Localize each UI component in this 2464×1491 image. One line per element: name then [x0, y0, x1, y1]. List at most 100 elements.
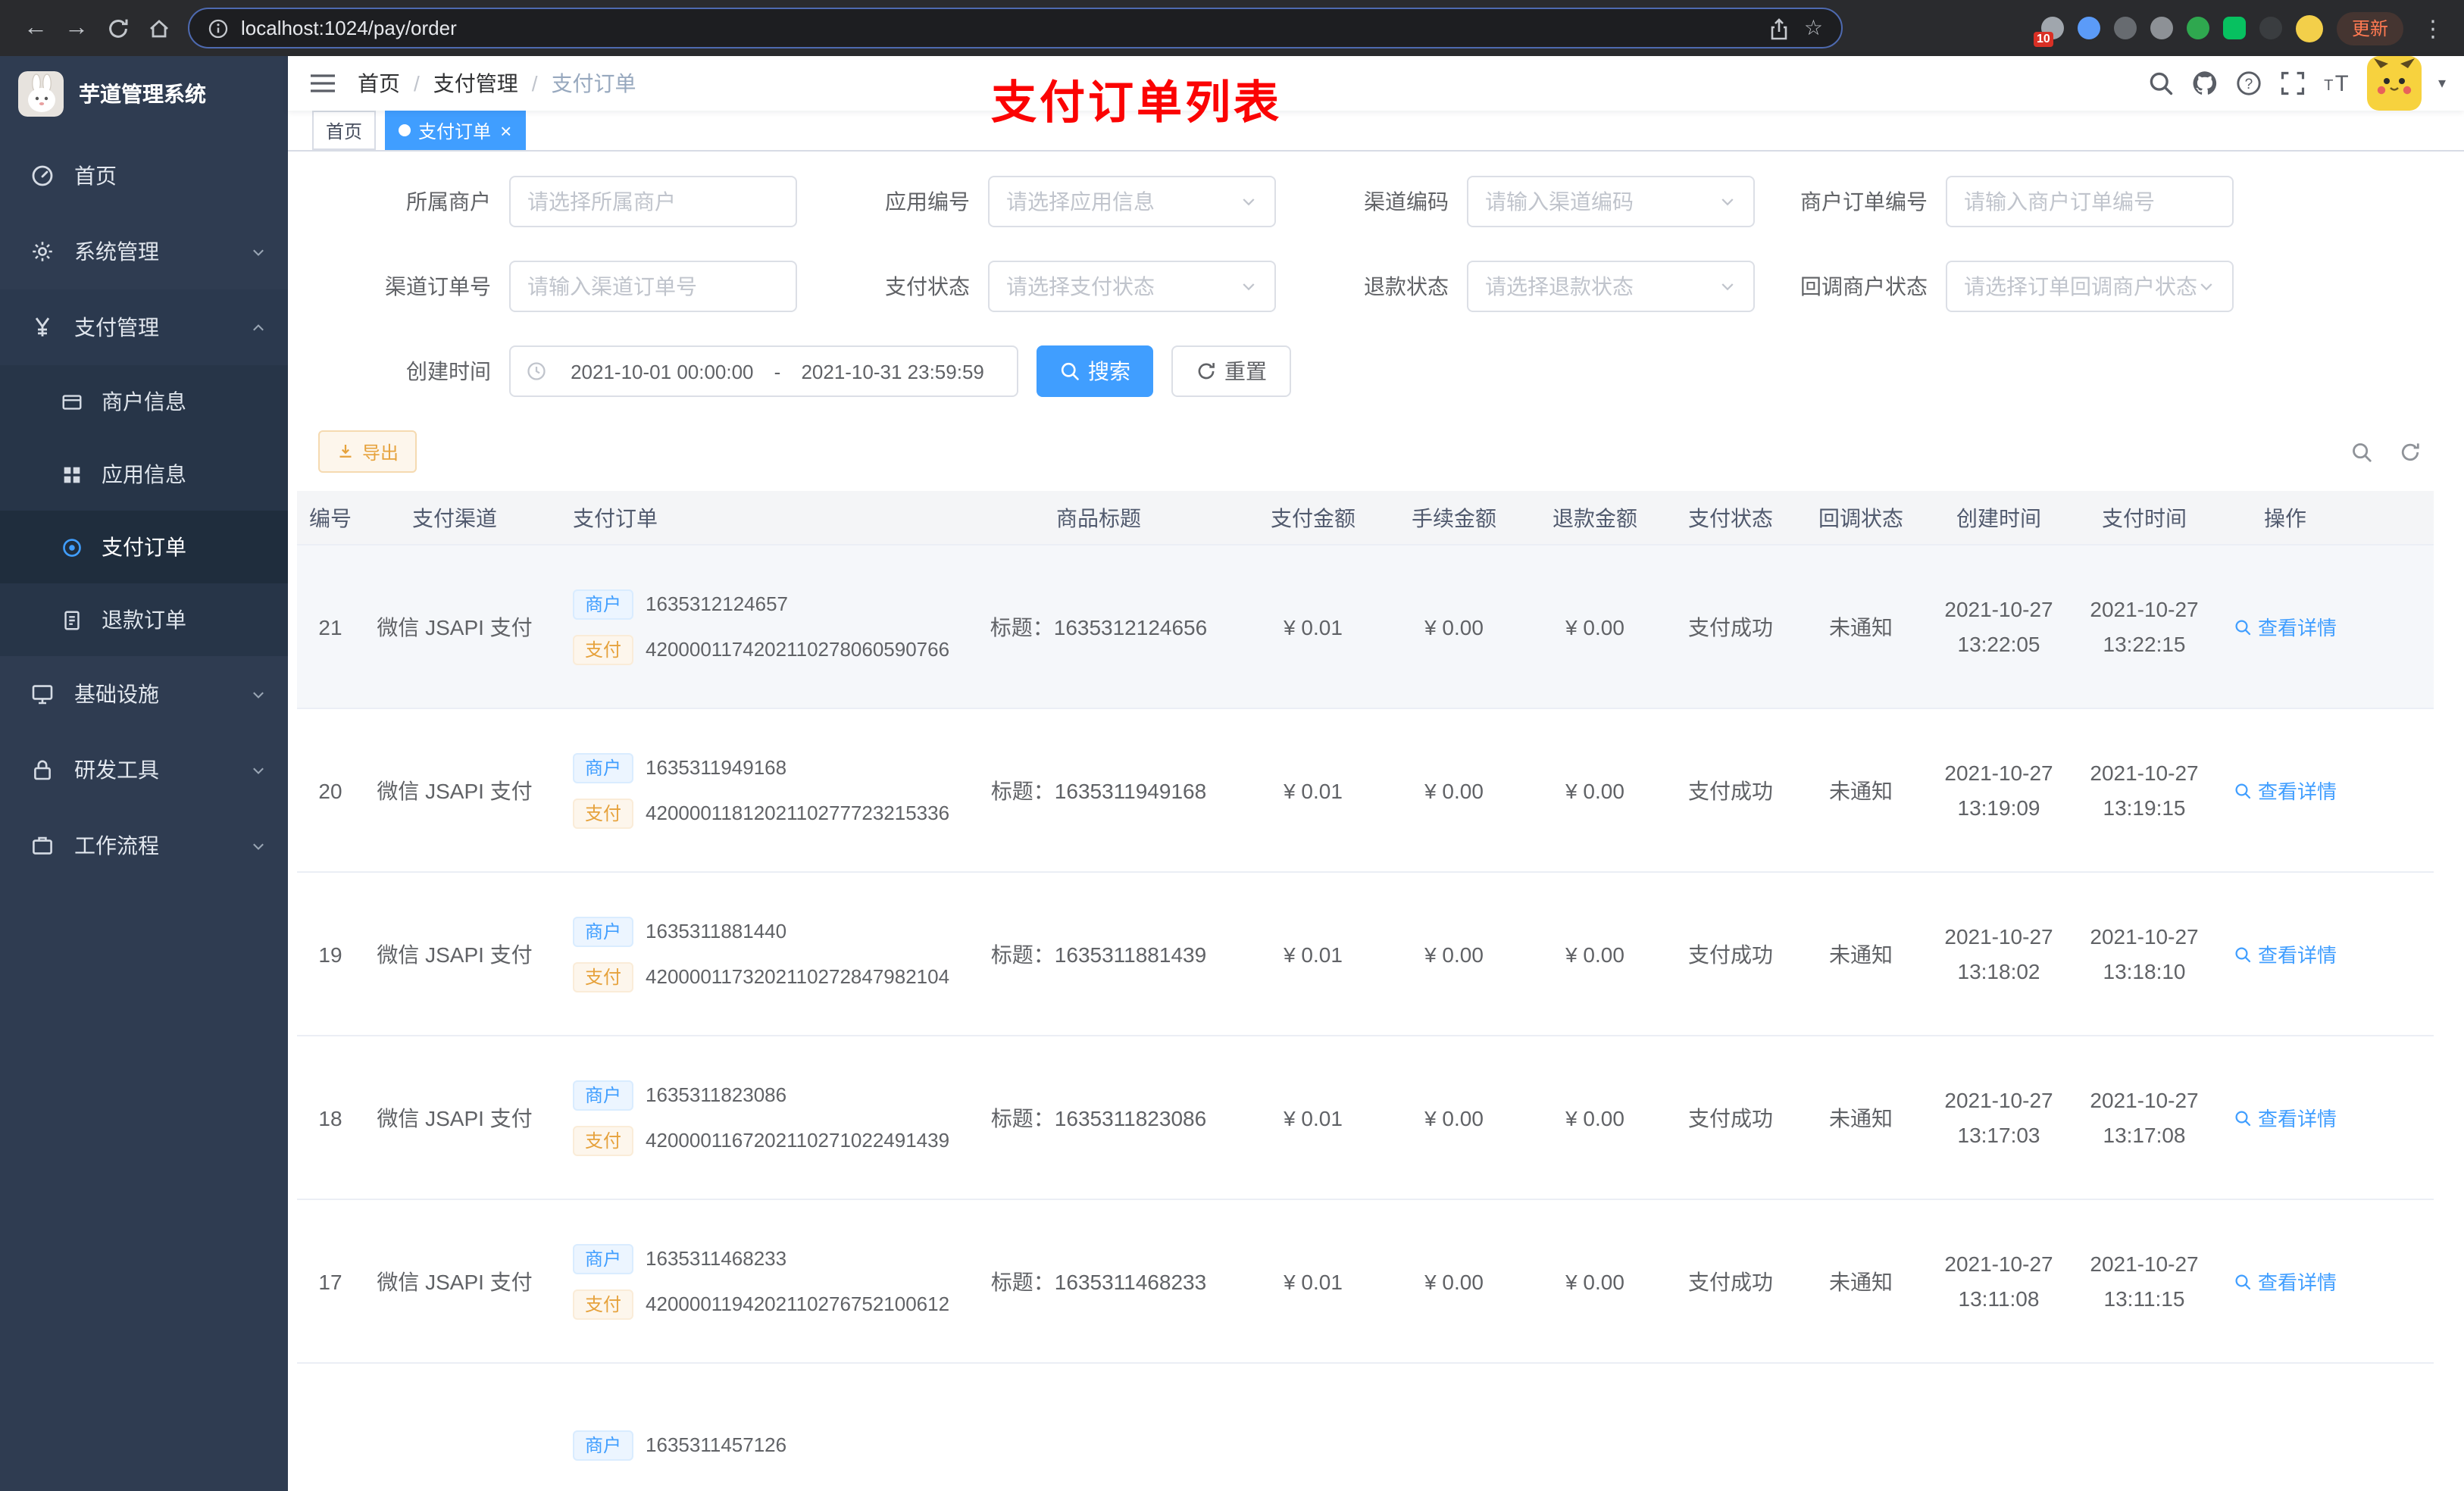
pay-time-cell: 2021-10-27 13:19:15	[2072, 709, 2217, 871]
browser-profile-avatar[interactable]	[2295, 14, 2323, 42]
create-time-line: 2021-10-27	[1944, 1088, 2053, 1113]
table-row-2[interactable]: 20 微信 JSAPI 支付 商户 1635311949168 支付 4200001181…	[297, 709, 2434, 873]
pay-tag-badge: 支付	[573, 1289, 634, 1319]
sidebar-item-3[interactable]: 支付管理	[0, 289, 288, 365]
breadcrumb-pay-management[interactable]: 支付管理	[433, 68, 518, 98]
tags-view: 首页 支付订单 ×	[288, 111, 2464, 152]
create-time-cell: 2021-10-27 13:11:08	[1926, 1200, 2072, 1362]
pay-order-cell: 商户 1635311468233 支付 42000011942021102767521…	[546, 1200, 955, 1362]
filter-select-8[interactable]: 请选择订单回调商户状态	[1946, 261, 2234, 312]
browser-forward-icon[interactable]: →	[56, 8, 97, 48]
browser-back-icon[interactable]: ←	[15, 8, 56, 48]
search-button-label: 搜索	[1088, 359, 1130, 383]
sidebar-item-6[interactable]: 工作流程	[0, 808, 288, 883]
view-detail-link[interactable]: 查看详情	[2234, 612, 2337, 641]
date-range-input[interactable]: 2021-10-01 00:00:00 - 2021-10-31 23:59:5…	[509, 345, 1018, 397]
sidebar-subitem-1[interactable]: 商户信息	[0, 365, 288, 438]
view-detail-link[interactable]: 查看详情	[2234, 1103, 2337, 1132]
extension-icon-6[interactable]	[2222, 17, 2246, 39]
view-detail-label: 查看详情	[2257, 617, 2337, 639]
breadcrumb-home[interactable]: 首页	[358, 68, 400, 98]
sidebar-subitem-2[interactable]: 应用信息	[0, 438, 288, 511]
sidebar-item-5[interactable]: 研发工具	[0, 732, 288, 808]
browser-menu-icon[interactable]: ⋮	[2417, 14, 2449, 42]
address-bar[interactable]: localhost:1024/pay/order ☆	[188, 8, 1843, 48]
channel-order-no: 4200001194202110276752100612	[646, 1293, 950, 1315]
order-id-cell: 20	[318, 778, 342, 802]
search-button[interactable]: 搜索	[1037, 345, 1153, 397]
user-avatar[interactable]	[2366, 56, 2422, 111]
user-menu-caret-icon[interactable]: ▾	[2438, 75, 2446, 92]
create-time-cell	[1926, 1364, 2072, 1491]
reset-button[interactable]: 重置	[1171, 345, 1291, 397]
filter-field-1: 所属商户 请选择所属商户	[318, 176, 797, 227]
tab-pay-order[interactable]: 支付订单 ×	[385, 111, 526, 150]
extension-icon-5[interactable]	[2186, 17, 2209, 39]
tab-home[interactable]: 首页	[312, 111, 377, 150]
view-detail-link[interactable]: 查看详情	[2234, 776, 2337, 805]
font-size-icon[interactable]: TT	[2323, 70, 2350, 97]
workflow-icon	[30, 833, 55, 858]
sidebar-item-2[interactable]: 系统管理	[0, 214, 288, 289]
github-icon[interactable]	[2191, 70, 2219, 97]
sidebar-item-1[interactable]: 首页	[0, 138, 288, 214]
chevron-down-icon	[1718, 192, 1737, 211]
tab-close-icon[interactable]: ×	[500, 120, 511, 140]
site-info-icon[interactable]	[208, 17, 229, 39]
sidebar-subitem-3[interactable]: 支付订单	[0, 511, 288, 583]
notify-status-cell: 未通知	[1829, 614, 1893, 639]
browser-update-button[interactable]: 更新	[2336, 11, 2403, 45]
refund-amount-cell: ¥ 0.00	[1565, 942, 1624, 966]
search-icon[interactable]	[2147, 70, 2175, 97]
merchant-order-no: 1635311881440	[646, 920, 787, 942]
column-header-8: 支付状态	[1688, 505, 1773, 530]
logo[interactable]: 芋道管理系统	[0, 56, 288, 132]
table-toolbar: 导出	[318, 430, 2434, 473]
filter-label: 创建时间	[406, 359, 491, 383]
extension-icon-1[interactable]: 10	[2033, 17, 2064, 47]
table-row-6[interactable]: 商户 1635311457126	[297, 1364, 2434, 1491]
filter-select-3[interactable]: 请输入渠道编码	[1467, 176, 1755, 227]
hamburger-icon[interactable]	[288, 56, 358, 111]
filter-input-5[interactable]: 请输入渠道订单号	[509, 261, 797, 312]
filter-select-6[interactable]: 请选择支付状态	[988, 261, 1276, 312]
share-icon[interactable]	[1768, 16, 1792, 40]
table-row-1[interactable]: 21 微信 JSAPI 支付 商户 1635312124657 支付 4200001174…	[297, 545, 2434, 709]
pay-status-cell: 支付成功	[1688, 1105, 1773, 1130]
breadcrumb: 首页 / 支付管理 / 支付订单	[358, 68, 636, 98]
refund-doc-icon	[61, 608, 83, 631]
extension-icon-4[interactable]	[2150, 17, 2173, 39]
filter-select-7[interactable]: 请选择退款状态	[1467, 261, 1755, 312]
fee-amount-cell: ¥ 0.00	[1424, 778, 1484, 802]
fullscreen-icon[interactable]	[2279, 70, 2306, 97]
extensions-puzzle-icon[interactable]	[2259, 17, 2282, 39]
extension-icon-3[interactable]	[2113, 17, 2137, 39]
table-refresh-icon[interactable]	[2399, 440, 2422, 463]
action-cell: 查看详情	[2217, 1200, 2353, 1362]
column-header-1: 编号	[309, 505, 352, 530]
sidebar-subitem-label: 商户信息	[102, 389, 186, 414]
table-row-3[interactable]: 19 微信 JSAPI 支付 商户 1635311881440 支付 4200001173…	[297, 873, 2434, 1036]
help-icon[interactable]: ?	[2235, 70, 2262, 97]
sidebar-subitem-4[interactable]: 退款订单	[0, 583, 288, 656]
reload-icon	[105, 16, 130, 40]
refund-amount-cell: ¥ 0.00	[1565, 778, 1624, 802]
browser-reload-icon[interactable]	[97, 8, 138, 48]
channel-order-no: 4200001174202110278060590766	[646, 638, 950, 661]
view-detail-link[interactable]: 查看详情	[2234, 939, 2337, 968]
pay-order-cell: 商户 1635311949168 支付 42000011812021102777232…	[546, 709, 955, 871]
export-button[interactable]: 导出	[318, 430, 417, 473]
table-row-5[interactable]: 17 微信 JSAPI 支付 商户 1635311468233 支付 4200001194…	[297, 1200, 2434, 1364]
browser-home-icon[interactable]	[138, 8, 179, 48]
filter-select-2[interactable]: 请选择应用信息	[988, 176, 1276, 227]
extension-icon-2[interactable]	[2077, 17, 2100, 39]
filter-input-4[interactable]: 请输入商户订单编号	[1946, 176, 2234, 227]
view-detail-link[interactable]: 查看详情	[2234, 1267, 2337, 1296]
pay-time-line: 13:22:15	[2103, 631, 2186, 655]
table-search-toggle-icon[interactable]	[2350, 440, 2373, 463]
filter-input-1[interactable]: 请选择所属商户	[509, 176, 797, 227]
table-row-4[interactable]: 18 微信 JSAPI 支付 商户 1635311823086 支付 4200001167…	[297, 1036, 2434, 1200]
bookmark-star-icon[interactable]: ☆	[1804, 15, 1823, 41]
sidebar-item-4[interactable]: 基础设施	[0, 656, 288, 732]
svg-text:T: T	[2324, 77, 2333, 94]
